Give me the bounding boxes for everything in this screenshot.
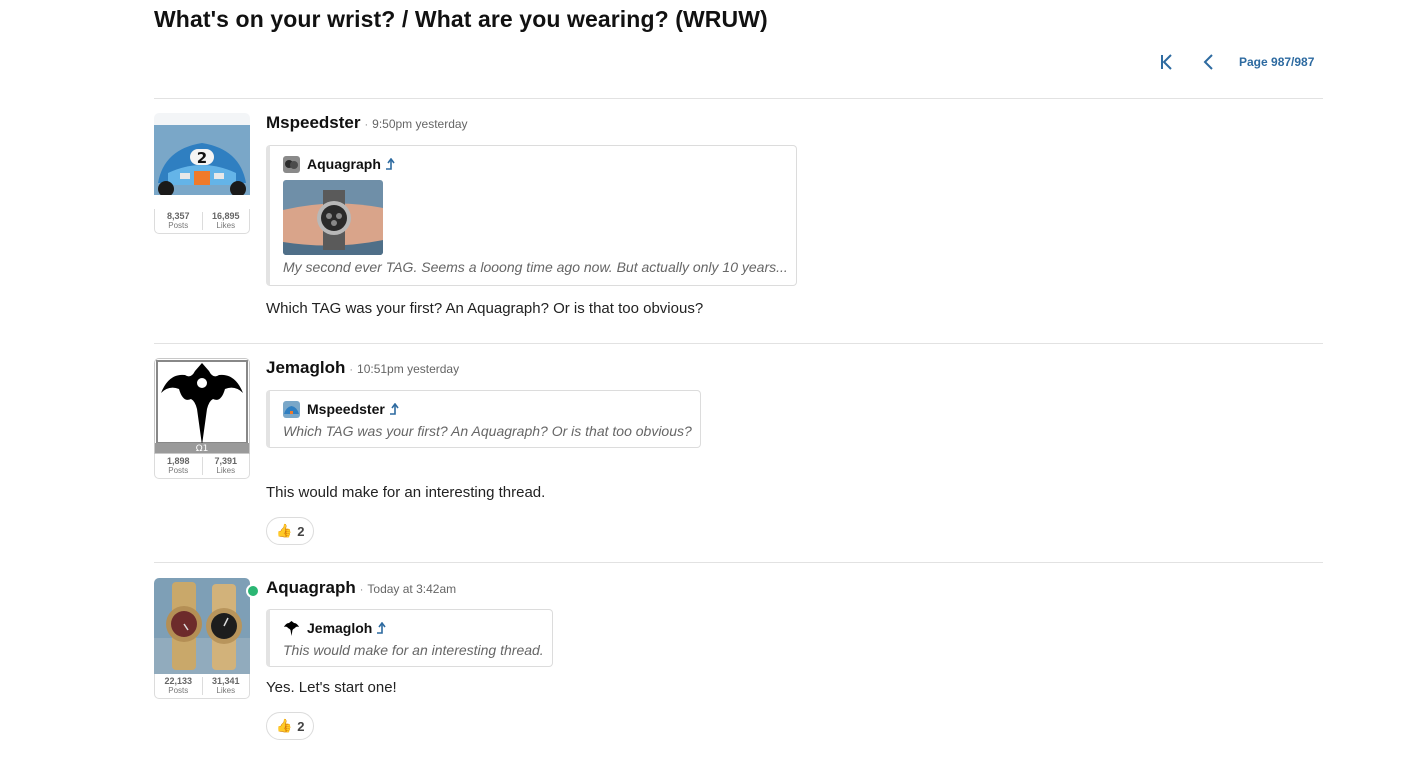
quote-author[interactable]: Mspeedster <box>307 401 385 417</box>
post-author[interactable]: Mspeedster <box>266 113 360 133</box>
svg-text:2: 2 <box>197 149 207 167</box>
quote-author-avatar <box>283 619 300 637</box>
post-author[interactable]: Jemagloh <box>266 358 345 378</box>
posts-count[interactable]: 22,133 Posts <box>155 677 202 696</box>
quoted-watch-photo[interactable] <box>283 180 383 255</box>
user-avatar[interactable]: Ω1 <box>154 358 250 454</box>
thumbs-up-icon: 👍 <box>276 718 293 733</box>
separator-dot: · <box>349 364 354 376</box>
likes-count[interactable]: 7,391 Likes <box>201 457 250 475</box>
quote-text: My second ever TAG. Seems a looong time … <box>283 259 788 275</box>
thumbs-up-icon: 👍 <box>276 523 293 538</box>
posts-count[interactable]: 8,357 Posts <box>155 212 202 231</box>
page-indicator[interactable]: Page 987/987 <box>1239 55 1314 69</box>
divider <box>154 343 1323 344</box>
user-avatar[interactable] <box>154 578 250 674</box>
likes-count[interactable]: 16,895 Likes <box>201 212 250 230</box>
post-message: Which TAG was your first? An Aquagraph? … <box>266 300 704 317</box>
likes-count[interactable]: 31,341 Likes <box>201 677 250 695</box>
post-message: Yes. Let's start one! <box>266 679 397 696</box>
reaction-button[interactable]: 👍 2 <box>266 517 315 545</box>
svg-text:Ω1: Ω1 <box>196 444 209 453</box>
chevron-left-icon <box>1203 54 1213 70</box>
post-timestamp[interactable]: 9:50pm yesterday <box>372 117 467 131</box>
quote-block[interactable]: Aquagraph My second ever TAG. Seems a lo… <box>266 145 797 286</box>
watch-on-wrist-image <box>283 180 383 255</box>
post-message: This would make for an interesting threa… <box>266 484 546 501</box>
separator-dot: · <box>364 119 369 131</box>
go-to-quoted-post-icon[interactable] <box>376 622 388 634</box>
quote-author-avatar <box>283 155 300 173</box>
reaction-count: 2 <box>297 523 305 539</box>
quote-block[interactable]: Jemagloh This would make for an interest… <box>266 609 553 667</box>
post-timestamp[interactable]: Today at 3:42am <box>367 582 456 596</box>
post-author[interactable]: Aquagraph <box>266 578 356 598</box>
first-page-icon <box>1161 54 1172 70</box>
divider <box>154 562 1323 563</box>
divider <box>154 98 1323 99</box>
user-avatar[interactable]: 2 <box>154 113 250 209</box>
quote-author-avatar <box>283 400 300 418</box>
quote-text: Which TAG was your first? An Aquagraph? … <box>283 423 692 439</box>
queensryche-logo-avatar-image: Ω1 <box>155 359 249 453</box>
reaction-count: 2 <box>297 718 305 734</box>
thread-title: What's on your wrist? / What are you wea… <box>154 6 768 32</box>
online-status-indicator <box>246 584 260 598</box>
user-stats: 1,898 Posts 7,391 Likes <box>154 454 250 479</box>
post-timestamp[interactable]: 10:51pm yesterday <box>357 362 459 376</box>
quote-text: This would make for an interesting threa… <box>283 642 544 658</box>
go-to-quoted-post-icon[interactable] <box>389 403 401 415</box>
go-to-quoted-post-icon[interactable] <box>385 158 397 170</box>
posts-count[interactable]: 1,898 Posts <box>155 457 202 476</box>
quote-author[interactable]: Jemagloh <box>307 620 372 636</box>
reaction-button[interactable]: 👍 2 <box>266 712 315 740</box>
user-stats: 22,133 Posts 31,341 Likes <box>154 674 250 699</box>
separator-dot: · <box>359 584 364 596</box>
quote-author[interactable]: Aquagraph <box>307 156 381 172</box>
pagination: Page 987/987 <box>1155 51 1314 73</box>
first-page-button[interactable] <box>1155 51 1179 73</box>
two-watches-avatar-image <box>154 578 250 674</box>
user-stats: 8,357 Posts 16,895 Likes <box>154 209 250 234</box>
quote-block[interactable]: Mspeedster Which TAG was your first? An … <box>266 390 701 448</box>
previous-page-button[interactable] <box>1197 51 1221 73</box>
race-car-avatar-image: 2 <box>154 113 250 209</box>
